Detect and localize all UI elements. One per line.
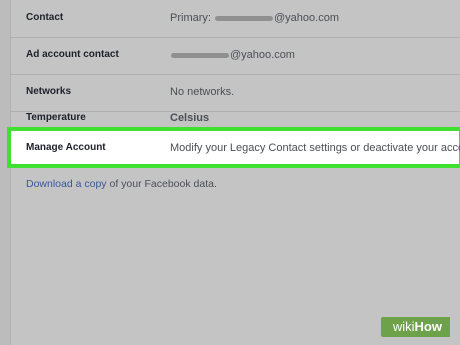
row-label-temperature: Temperature [26,112,86,123]
contact-email-domain: @yahoo.com [274,12,339,24]
redacted-email-mark [171,52,229,58]
row-value-temperature: Celsius [170,112,210,124]
download-suffix: of your Facebook data. [109,178,217,190]
settings-row-ad-account-contact[interactable]: Ad account contact @yahoo.com [10,37,460,75]
row-label-ad-account-contact: Ad account contact [26,49,119,60]
wikihow-logo: wikiHow [380,317,450,337]
settings-row-contact[interactable]: Contact Primary: @yahoo.com [10,0,460,38]
wikihow-logo-wiki: wiki [392,319,415,334]
settings-row-manage-account[interactable]: Manage Account Modify your Legacy Contac… [7,127,460,168]
wikihow-logo-how: How [414,319,442,334]
download-data-text: Download a copy of your Facebook data. [26,178,217,190]
contact-prefix: Primary: [170,12,211,24]
redacted-email-mark [215,15,274,21]
ad-contact-email-domain: @yahoo.com [230,49,295,61]
row-value-networks: No networks. [170,86,235,98]
download-copy-link[interactable]: Download a copy [26,178,107,190]
row-label-networks: Networks [26,86,72,97]
row-value-contact: Primary: @yahoo.com [170,12,339,24]
row-label-manage-account: Manage Account [26,142,106,153]
row-label-contact: Contact [26,12,64,23]
row-value-ad-account-contact: @yahoo.com [170,49,295,61]
row-value-manage-account: Modify your Legacy Contact settings or d… [170,142,460,154]
